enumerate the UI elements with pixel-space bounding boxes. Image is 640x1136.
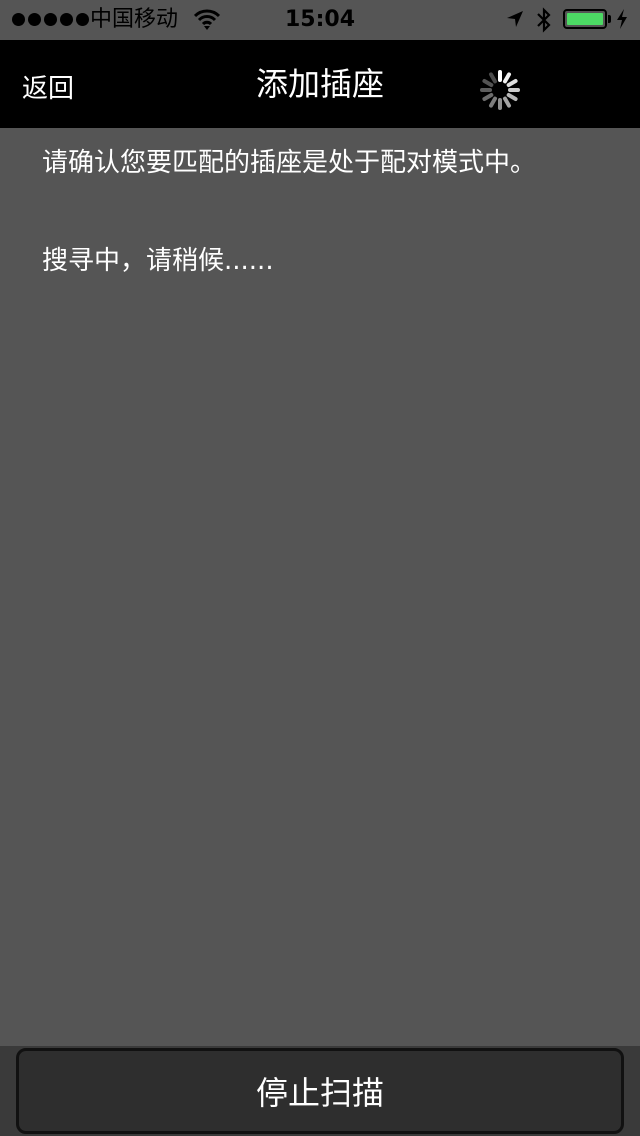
page-title: 添加插座 (255, 65, 384, 103)
stop-scan-button[interactable]: 停止扫描 (16, 1048, 624, 1134)
battery-tip (608, 15, 611, 23)
charging-bolt-icon (617, 9, 627, 29)
searching-status: 搜寻中，请稍候...... (42, 246, 274, 276)
pairing-instruction: 请确认您要匹配的插座是处于配对模式中。 (42, 148, 537, 178)
location-arrow-icon (507, 11, 523, 27)
app-screen: 中国移动 15:04 返回 添加插座 请确认您要匹配的插座是处于配对模式中。 搜… (0, 0, 640, 1136)
navigation-bar: 返回 添加插座 (0, 40, 640, 128)
battery-level (567, 13, 603, 25)
bottom-bar: 停止扫描 (0, 1046, 640, 1136)
battery-icon (563, 9, 607, 29)
status-bar: 中国移动 15:04 (0, 0, 640, 40)
bluetooth-icon (537, 7, 551, 33)
loading-spinner-icon (480, 70, 520, 110)
